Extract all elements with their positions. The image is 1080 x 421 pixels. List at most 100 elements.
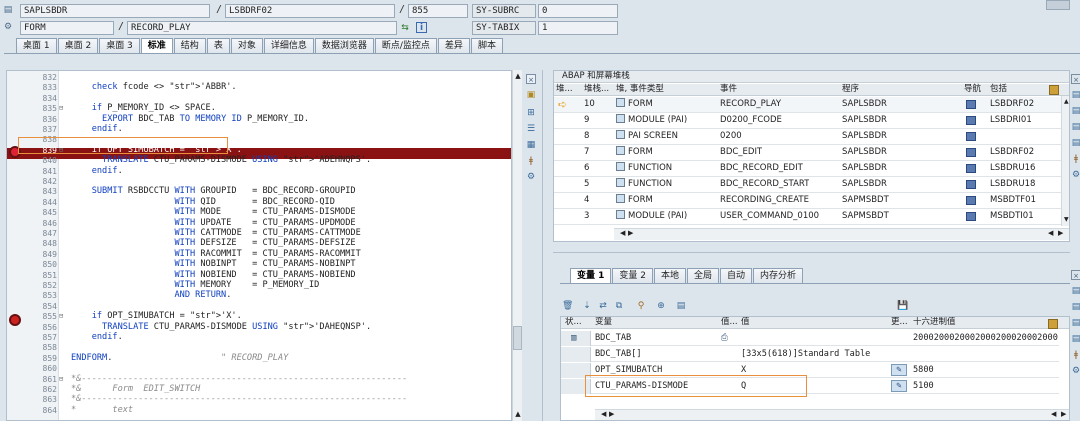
- var-tab-1[interactable]: 变量 1: [570, 268, 612, 283]
- delete-icon[interactable]: 🗑: [562, 301, 573, 311]
- scroll-down-icon[interactable]: ▲: [513, 410, 523, 418]
- variable-row[interactable]: BDC_TAB[] [33x5(618)]Standard Table: [561, 347, 1059, 362]
- stack-row[interactable]: 6 FUNCTION BDC_RECORD_EDIT SAPLSBDR LSBDRU16: [554, 161, 1061, 177]
- navigate-icon[interactable]: [966, 164, 976, 173]
- structure-icon[interactable]: ▦: [526, 140, 536, 150]
- info-icon[interactable]: i: [416, 22, 427, 33]
- code-line[interactable]: if P_MEMORY_ID <> SPACE.: [71, 103, 216, 113]
- code-line[interactable]: if OPT_SIMUBATCH = "str">'X'.: [71, 311, 242, 321]
- stack-column-header[interactable]: 事件: [720, 84, 737, 95]
- tool-icon[interactable]: ▤: [1071, 286, 1080, 296]
- edit-pencil-icon[interactable]: ✎: [891, 380, 907, 392]
- tool-icon[interactable]: ▤: [1071, 106, 1080, 116]
- tool-icon[interactable]: ▤: [1071, 90, 1080, 100]
- var-tab-3[interactable]: 本地: [654, 268, 687, 283]
- fold-icon[interactable]: ⊟: [59, 104, 63, 112]
- navigate-icon[interactable]: [966, 100, 976, 109]
- edit-pencil-icon[interactable]: ✎: [891, 364, 907, 376]
- var-tab-4[interactable]: 全局: [687, 268, 720, 283]
- scroll-left-icon[interactable]: ◀: [620, 229, 625, 237]
- tab-7[interactable]: 对象: [230, 38, 263, 53]
- splitter[interactable]: [542, 70, 543, 421]
- scroll-up-icon[interactable]: ▲: [513, 72, 523, 80]
- variables-column-header[interactable]: 变量: [595, 317, 612, 328]
- var-tab-2[interactable]: 变量 2: [612, 268, 653, 283]
- breakpoint-icon[interactable]: [9, 314, 21, 326]
- copy-icon[interactable]: ⧉: [614, 301, 624, 311]
- code-line[interactable]: TRANSLATE CTU_PARAMS-DISMODE USING "str"…: [71, 155, 371, 165]
- filter-icon[interactable]: ⚲: [636, 301, 646, 311]
- stack-column-header[interactable]: 程序: [842, 84, 859, 95]
- tool-icon[interactable]: ⚙: [1071, 366, 1080, 376]
- import-icon[interactable]: ⇣: [582, 301, 592, 311]
- scroll-left-icon[interactable]: ◀: [1051, 410, 1056, 418]
- stack-column-header[interactable]: 堆栈...: [584, 84, 609, 95]
- stack-column-header[interactable]: 堆...: [556, 84, 573, 95]
- code-line[interactable]: *&--------------------------------------…: [71, 374, 407, 384]
- event-type-field[interactable]: FORM: [20, 21, 114, 35]
- code-line[interactable]: *&--------------------------------------…: [71, 394, 407, 404]
- save-icon[interactable]: 💾: [897, 301, 908, 311]
- stack-column-header[interactable]: 堆, 事件类型: [616, 84, 664, 95]
- scroll-right-icon[interactable]: ▶: [628, 229, 633, 237]
- window-button[interactable]: [1046, 0, 1070, 10]
- include-field[interactable]: LSBDRF02: [225, 4, 395, 18]
- navigate-icon[interactable]: [966, 116, 976, 125]
- scroll-right-icon[interactable]: ▶: [609, 410, 614, 418]
- variables-column-header[interactable]: 更...: [891, 317, 908, 328]
- code-line[interactable]: WITH MODE = CTU_PARAMS-DISMODE: [71, 207, 355, 217]
- navigate-icon[interactable]: [966, 196, 976, 205]
- navigate-icon[interactable]: ⇆: [399, 22, 411, 34]
- variables-column-header[interactable]: 值...: [721, 317, 738, 328]
- tab-4[interactable]: 标准: [140, 38, 173, 53]
- variable-row[interactable]: ▥ BDC_TAB ⎙ 2000200020002000200020002000: [561, 331, 1059, 346]
- scroll-right-icon[interactable]: ▶: [1061, 410, 1066, 418]
- code-line[interactable]: TRANSLATE CTU_PARAMS-DISMODE USING "str"…: [71, 322, 371, 332]
- tab-6[interactable]: 表: [206, 38, 230, 53]
- stack-row[interactable]: ➪ 10 FORM RECORD_PLAY SAPLSBDR LSBDRF02: [554, 97, 1061, 113]
- list-icon[interactable]: ☰: [526, 124, 536, 134]
- code-line[interactable]: endif.: [71, 166, 123, 176]
- tab-1[interactable]: 桌面 1: [16, 38, 57, 53]
- code-line[interactable]: WITH RACOMMIT = CTU_PARAMS-RACOMMIT: [71, 249, 360, 259]
- variables-column-header[interactable]: 值: [741, 317, 750, 328]
- fold-icon[interactable]: ⊟: [59, 375, 63, 383]
- tool-icon[interactable]: ▤: [1071, 302, 1080, 312]
- settings-icon[interactable]: ⚙: [526, 172, 536, 182]
- code-line[interactable]: AND RETURN.: [71, 290, 231, 300]
- stack-row[interactable]: 3 MODULE (PAI) USER_COMMAND_0100 SAPMSBDT MS…: [554, 209, 1061, 225]
- code-line[interactable]: check fcode <> "str">'ABBR'.: [71, 82, 237, 92]
- variables-column-header[interactable]: 状...: [565, 317, 582, 328]
- tool-icon[interactable]: ▤: [1071, 122, 1080, 132]
- insert-icon[interactable]: ⊕: [656, 301, 666, 311]
- code-line[interactable]: WITH CATTMODE = CTU_PARAMS-CATTMODE: [71, 228, 360, 238]
- code-line[interactable]: EXPORT BDC_TAB TO MEMORY ID P_MEMORY_ID.: [71, 114, 309, 124]
- stack-row[interactable]: 9 MODULE (PAI) D0200_FCODE SAPLSBDR LSBDRI01: [554, 113, 1061, 129]
- code-line[interactable]: WITH MEMORY = P_MEMORY_ID: [71, 280, 319, 290]
- detail-icon[interactable]: ▤: [676, 301, 686, 311]
- scroll-right-icon[interactable]: ▶: [1058, 229, 1063, 237]
- tab-10[interactable]: 断点/监控点: [374, 38, 437, 53]
- source-editor[interactable]: 832 833 check fcode <> "str">'ABBR'. 834 83…: [6, 70, 512, 421]
- tab-3[interactable]: 桌面 3: [99, 38, 140, 53]
- tool-icon[interactable]: ǂ: [1071, 154, 1080, 164]
- editor-scrollbar[interactable]: ▲ ▲: [512, 70, 522, 421]
- event-name-field[interactable]: RECORD_PLAY: [127, 21, 397, 35]
- tab-9[interactable]: 数据浏览器: [314, 38, 374, 53]
- folder-icon[interactable]: ▣: [526, 90, 536, 100]
- stack-vscroll[interactable]: ▲ ▼: [1061, 96, 1069, 226]
- stack-column-header[interactable]: 包括: [990, 84, 1007, 95]
- watch-icon[interactable]: ǂ: [526, 156, 536, 166]
- close-icon[interactable]: ×: [526, 74, 536, 84]
- scrollbar-thumb[interactable]: [513, 326, 522, 350]
- print-icon[interactable]: ⎙: [721, 331, 728, 345]
- tab-2[interactable]: 桌面 2: [57, 38, 99, 53]
- compare-icon[interactable]: ⇄: [598, 301, 608, 311]
- close-icon[interactable]: ×: [1071, 74, 1080, 84]
- tree-icon[interactable]: ⊞: [526, 108, 536, 118]
- stack-hscroll[interactable]: ◀ ▶ ◀ ▶: [614, 228, 1069, 240]
- stack-column-header[interactable]: 导航: [964, 84, 981, 95]
- line-field[interactable]: 855: [408, 4, 468, 18]
- tab-5[interactable]: 结构: [173, 38, 206, 53]
- variables-column-header[interactable]: 十六进制值: [913, 317, 956, 328]
